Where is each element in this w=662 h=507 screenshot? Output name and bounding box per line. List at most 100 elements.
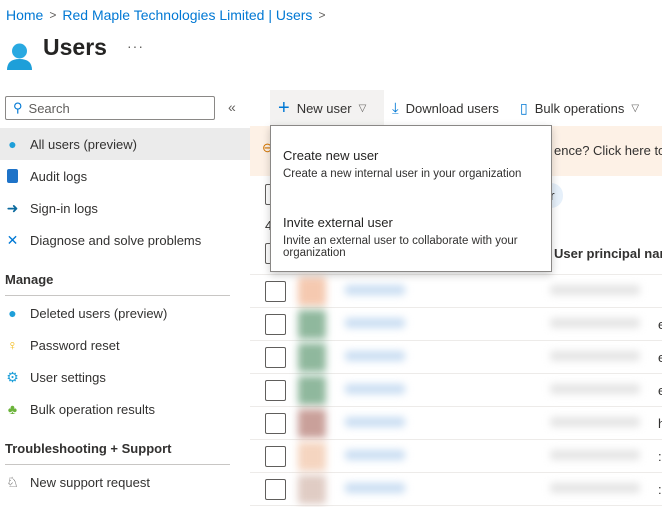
row-edge-text: e <box>658 383 662 398</box>
table-row[interactable] <box>250 275 662 308</box>
label: New support request <box>30 474 150 490</box>
label: Password reset <box>30 337 120 353</box>
sidebar-item-audit-logs[interactable]: Audit logs <box>0 160 250 192</box>
breadcrumb-tenant[interactable]: Red Maple Technologies Limited | Users <box>62 7 312 23</box>
row-edge-text: : <box>658 482 662 497</box>
label: Deleted users (preview) <box>30 305 168 321</box>
label: Audit logs <box>30 168 88 184</box>
chevron-right-icon: > <box>49 8 57 22</box>
label: Bulk operations <box>534 100 625 116</box>
row-checkbox[interactable] <box>265 380 286 401</box>
table-row[interactable]: : <box>250 440 662 473</box>
option-description: Invite an external user to collaborate w… <box>283 235 518 259</box>
sign-in-icon: ➜ <box>6 199 19 216</box>
row-edge-text: e <box>658 317 662 332</box>
sidebar-item-new-support-request[interactable]: ♘ New support request <box>0 466 250 498</box>
chevron-down-icon: ▽ <box>631 102 640 114</box>
bulk-operations-button[interactable]: ▯ Bulk operations ▽ <box>520 90 639 126</box>
display-name[interactable] <box>345 318 405 328</box>
bulk-operations-icon: ▯ <box>520 99 528 116</box>
audit-log-icon <box>5 169 20 184</box>
avatar <box>298 475 326 504</box>
wrench-icon: ✕ <box>6 231 19 248</box>
invite-external-user-option[interactable]: Invite external user Invite an external … <box>283 215 543 259</box>
display-name[interactable] <box>345 417 405 427</box>
user-principal-name <box>550 417 640 427</box>
search-placeholder: Search <box>28 100 70 116</box>
option-description: Create a new internal user in your organ… <box>283 168 522 180</box>
sidebar-item-deleted-users[interactable]: ● Deleted users (preview) <box>0 297 250 329</box>
display-name[interactable] <box>345 285 405 295</box>
key-icon: ♀ <box>7 337 18 353</box>
download-icon: ⤓ <box>392 99 399 117</box>
support-icon: ♘ <box>6 473 19 490</box>
chevron-down-icon: ▽ <box>358 102 367 114</box>
manage-header: Manage <box>5 272 54 287</box>
search-icon: ⚲ <box>13 100 23 115</box>
row-checkbox[interactable] <box>265 281 286 302</box>
label: User settings <box>30 369 106 385</box>
user-principal-name <box>550 351 640 361</box>
display-name[interactable] <box>345 483 405 493</box>
display-name[interactable] <box>345 384 405 394</box>
table-row[interactable]: e <box>250 341 662 374</box>
row-edge-text: h <box>658 416 662 431</box>
table-row[interactable]: e <box>250 308 662 341</box>
label: Diagnose and solve problems <box>30 232 202 248</box>
avatar <box>298 343 326 372</box>
row-edge-text: : <box>658 449 662 464</box>
table-row[interactable]: e <box>250 374 662 407</box>
label: Bulk operation results <box>30 401 156 417</box>
collapse-sidebar-button[interactable]: « <box>228 99 236 115</box>
option-title: Create new user <box>283 148 379 163</box>
table-row[interactable]: : <box>250 473 662 506</box>
more-options-button[interactable]: ··· <box>127 38 144 54</box>
display-name[interactable] <box>345 351 405 361</box>
users-icon <box>7 43 32 70</box>
sidebar-item-sign-in-logs[interactable]: ➜ Sign-in logs <box>0 192 250 224</box>
column-header-upn[interactable]: User principal nam <box>554 246 662 261</box>
user-principal-name <box>550 483 640 493</box>
breadcrumb-home[interactable]: Home <box>6 7 43 23</box>
option-title: Invite external user <box>283 215 393 230</box>
banner-text[interactable]: ence? Click here to le <box>554 143 662 158</box>
sidebar-item-user-settings[interactable]: ⚙ User settings <box>0 361 250 393</box>
avatar <box>298 310 326 339</box>
sidebar-item-diagnose[interactable]: ✕ Diagnose and solve problems <box>0 224 250 256</box>
user-principal-name <box>550 318 640 328</box>
user-settings-icon: ⚙ <box>6 368 19 385</box>
user-principal-name <box>550 285 640 295</box>
page-title: Users <box>43 34 107 60</box>
support-header: Troubleshooting + Support <box>5 441 172 456</box>
new-user-button[interactable]: + New user ▽ <box>270 90 384 126</box>
breadcrumb: Home > Red Maple Technologies Limited | … <box>6 7 325 23</box>
sidebar-item-password-reset[interactable]: ♀ Password reset <box>0 329 250 361</box>
avatar <box>298 277 326 306</box>
bulk-results-icon: ♣ <box>7 401 18 417</box>
chevron-right-icon: > <box>318 8 326 22</box>
label: All users (preview) <box>30 136 137 152</box>
user-icon: ● <box>8 136 17 152</box>
download-users-button[interactable]: ⤓ Download users <box>392 90 499 126</box>
display-name[interactable] <box>345 450 405 460</box>
label: Sign-in logs <box>30 200 98 216</box>
label: Download users <box>405 100 499 116</box>
row-checkbox[interactable] <box>265 314 286 335</box>
label: New user <box>296 100 352 116</box>
row-checkbox[interactable] <box>265 413 286 434</box>
row-checkbox[interactable] <box>265 347 286 368</box>
row-checkbox[interactable] <box>265 479 286 500</box>
create-new-user-option[interactable]: Create new user Create a new internal us… <box>283 148 543 180</box>
sidebar-search-input[interactable]: ⚲ Search <box>5 96 215 120</box>
new-user-dropdown: Create new user Create a new internal us… <box>270 125 552 272</box>
table-row[interactable]: h <box>250 407 662 440</box>
divider <box>5 295 230 296</box>
avatar <box>298 442 326 471</box>
row-checkbox[interactable] <box>265 446 286 467</box>
plus-icon: + <box>278 96 290 119</box>
sidebar-item-all-users[interactable]: ● All users (preview) <box>0 128 250 160</box>
avatar <box>298 376 326 405</box>
sidebar-item-bulk-results[interactable]: ♣ Bulk operation results <box>0 393 250 425</box>
divider <box>5 464 230 465</box>
avatar <box>298 409 326 438</box>
